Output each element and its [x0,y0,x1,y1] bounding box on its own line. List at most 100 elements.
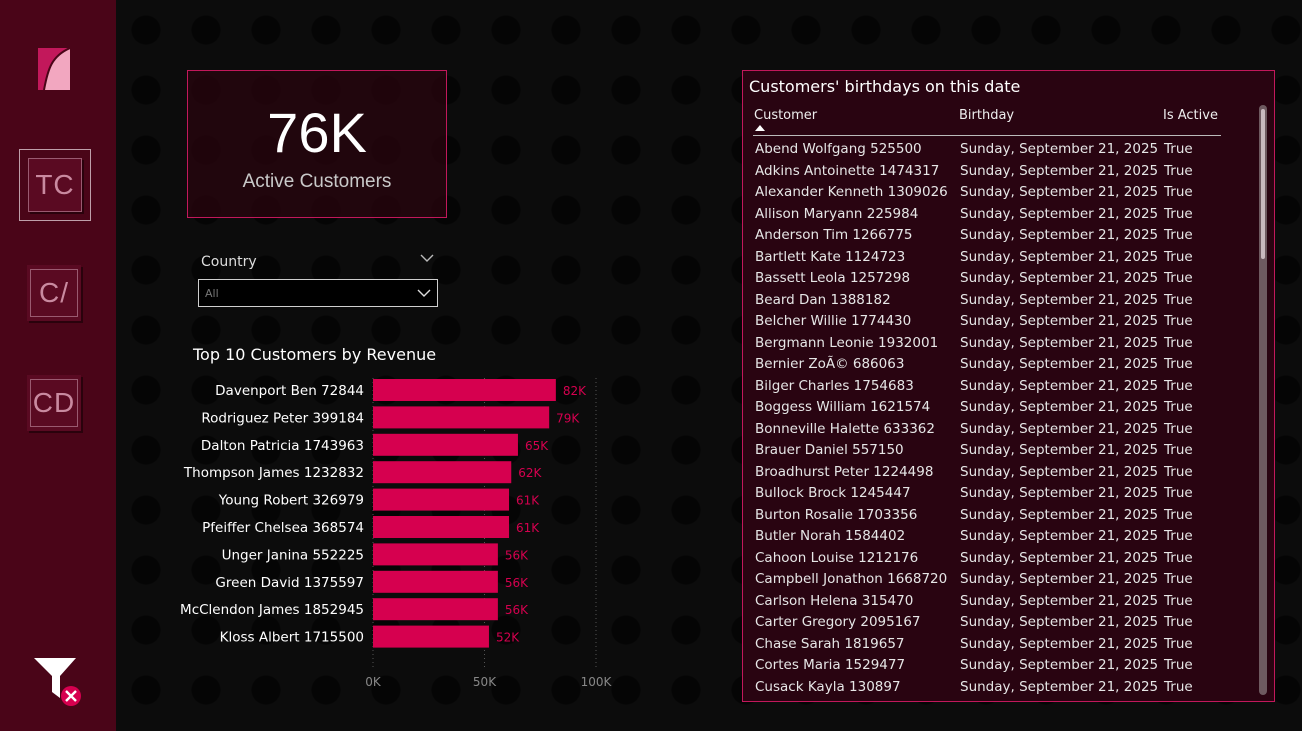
table-row[interactable]: Burton Rosalie 1703356 Sunday, September … [755,505,1225,527]
cell-customer: Cortes Maria 1529477 [755,657,906,673]
chart-title: Top 10 Customers by Revenue [193,345,437,364]
table-row[interactable]: Campbell Jonathon 1668720 Sunday, Septemb… [755,569,1225,591]
cell-birthday: Sunday, September 21, 2025 [960,227,1159,243]
table-row[interactable]: Alexander Kenneth 1309026 Sunday, Septemb… [755,182,1225,204]
bar[interactable] [373,488,510,511]
cell-birthday: Sunday, September 21, 2025 [960,270,1159,286]
cell-birthday: Sunday, September 21, 2025 [960,377,1159,394]
birthday-table-panel: Customers' birthdays on this date Custom… [742,70,1275,702]
data-label: 56K [505,576,529,590]
table-row[interactable]: Broadhurst Peter 1224498 Sunday, Septembe… [755,462,1225,484]
cell-customer: Carlson Helena 315470 [755,592,914,609]
cell-customer: Allison Maryann 225984 [755,205,919,222]
cell-is-active: True [1164,334,1193,351]
table-row[interactable]: Cusack Kayla 130897 Sunday, September 21,… [755,677,1225,699]
table-row[interactable]: Bilger Charles 1754683 Sunday, September … [755,376,1225,398]
bar[interactable] [373,433,518,456]
table-row[interactable]: Butler Norah 1584402 Sunday, September 21… [755,526,1225,548]
column-header-birthday[interactable]: Birthday [959,108,1014,123]
kpi-value: 76K [267,101,367,164]
cell-birthday: Sunday, September 21, 2025 [960,399,1159,415]
nav-button-c[interactable]: C/ [27,265,81,321]
cell-customer: Campbell Jonathon 1668720 [755,571,948,587]
chevron-down-icon[interactable] [420,252,434,264]
scrollbar-thumb[interactable] [1261,109,1265,259]
bar[interactable] [373,570,498,593]
table-row[interactable]: Bonneville Halette 633362 Sunday, Septemb… [755,419,1225,441]
cell-is-active: True [1164,485,1193,501]
table-row[interactable]: Allison Maryann 225984 Sunday, September … [755,204,1225,226]
table-row[interactable]: Cortes Maria 1529477 Sunday, September 21… [755,655,1225,677]
table-body: Abend Wolfgang 525500 Sunday, September 2… [755,139,1225,698]
cell-is-active: True [1164,399,1193,415]
category-label: Young Robert 326979 [218,493,364,509]
data-label: 62K [518,466,542,480]
data-label: 56K [505,603,529,617]
category-label: Kloss Albert 1715500 [220,630,364,646]
table-row[interactable]: Bergmann Leonie 1932001 Sunday, September… [755,333,1225,355]
cell-is-active: True [1164,592,1193,609]
table-row[interactable]: Belcher Willie 1774430 Sunday, September … [755,311,1225,333]
bar[interactable] [373,461,512,484]
cell-birthday: Sunday, September 21, 2025 [960,463,1159,480]
category-label: Dalton Patricia 1743963 [201,438,364,454]
cell-customer: Carter Gregory 2095167 [755,614,921,630]
bar[interactable] [373,625,489,648]
table-row[interactable]: Boggess William 1621574 Sunday, September… [755,397,1225,419]
cell-birthday: Sunday, September 21, 2025 [960,678,1159,695]
bar[interactable] [373,379,556,401]
cell-birthday: Sunday, September 21, 2025 [960,571,1159,587]
cell-customer: Abend Wolfgang 525500 [755,141,922,157]
cell-is-active: True [1164,506,1193,523]
cell-birthday: Sunday, September 21, 2025 [960,248,1159,265]
nav-button-cd[interactable]: CD [27,375,81,431]
table-row[interactable]: Carlson Helena 315470 Sunday, September 2… [755,591,1225,613]
cell-customer: Adkins Antoinette 1474317 [755,162,940,179]
nav-button-tc[interactable]: TC [19,149,91,221]
cell-is-active: True [1164,377,1193,394]
bar[interactable] [373,543,498,566]
table-row[interactable]: Cahoon Louise 1212176 Sunday, September 2… [755,548,1225,570]
table-row[interactable]: Beard Dan 1388182 Sunday, September 21, 2… [755,290,1225,312]
table-row[interactable]: Abend Wolfgang 525500 Sunday, September 2… [755,139,1225,161]
table-row[interactable]: Adkins Antoinette 1474317 Sunday, Septemb… [755,161,1225,183]
bar[interactable] [373,406,550,429]
bar[interactable] [373,516,510,538]
cell-is-active: True [1164,270,1193,286]
cell-birthday: Sunday, September 21, 2025 [960,162,1159,179]
country-dropdown[interactable]: All [198,279,438,307]
table-row[interactable]: Brauer Daniel 557150 Sunday, September 21… [755,440,1225,462]
country-dropdown-value: All [205,287,219,300]
cell-is-active: True [1164,184,1193,200]
cell-birthday: Sunday, September 21, 2025 [960,528,1159,544]
cell-customer: Broadhurst Peter 1224498 [755,463,934,480]
cell-is-active: True [1164,313,1193,329]
category-label: Unger Janina 552225 [222,547,364,563]
cell-customer: Butler Norah 1584402 [755,528,906,544]
bar[interactable] [373,598,498,621]
cell-birthday: Sunday, September 21, 2025 [960,205,1159,222]
cell-birthday: Sunday, September 21, 2025 [960,635,1159,652]
cell-customer: Boggess William 1621574 [755,399,931,415]
cell-customer: Bullock Brock 1245447 [755,485,911,501]
table-row[interactable]: Bassett Leola 1257298 Sunday, September 2… [755,268,1225,290]
data-label: 61K [516,521,540,535]
table-row[interactable]: Bullock Brock 1245447 Sunday, September 2… [755,483,1225,505]
cell-birthday: Sunday, September 21, 2025 [960,442,1159,458]
table-row[interactable]: Chase Sarah 1819657 Sunday, September 21,… [755,634,1225,656]
table-row[interactable]: Anderson Tim 1266775 Sunday, September 21… [755,225,1225,247]
cell-birthday: Sunday, September 21, 2025 [960,291,1159,308]
table-row[interactable]: Carter Gregory 2095167 Sunday, September … [755,612,1225,634]
table-row[interactable]: Bartlett Kate 1124723 Sunday, September 2… [755,247,1225,269]
column-header-is-active[interactable]: Is Active [1163,108,1218,123]
category-label: Pfeiffer Chelsea 368574 [202,520,364,536]
cell-is-active: True [1164,528,1193,544]
cell-customer: Beard Dan 1388182 [755,291,891,308]
cell-customer: Chase Sarah 1819657 [755,635,905,652]
table-row[interactable]: Bernier ZoÃ© 686063 Sunday, September 21,… [755,354,1225,376]
column-header-customer[interactable]: Customer [754,108,817,123]
clear-filters-icon[interactable] [34,656,84,708]
category-label: Green David 1375597 [215,575,364,591]
cell-is-active: True [1164,356,1193,372]
cell-is-active: True [1164,657,1193,673]
